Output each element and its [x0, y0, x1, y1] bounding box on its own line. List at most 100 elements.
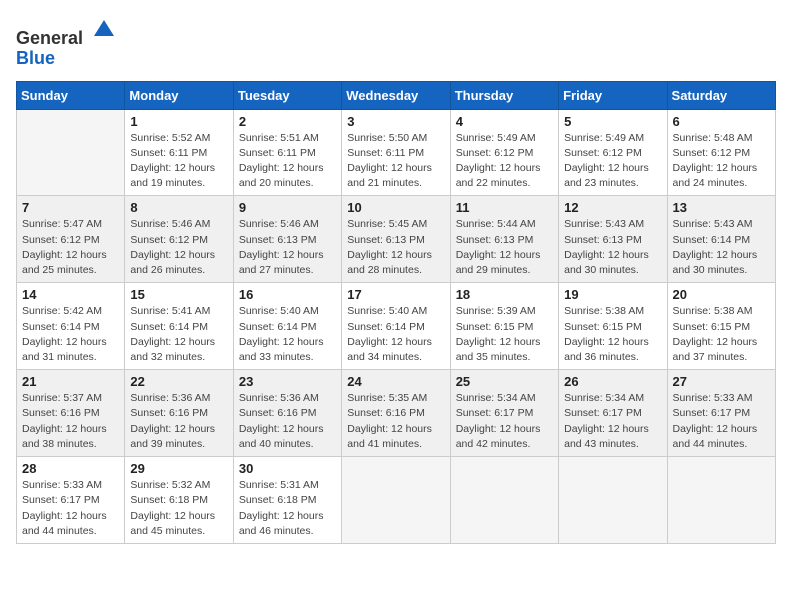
day-number: 24: [347, 374, 444, 389]
day-info: Sunrise: 5:40 AMSunset: 6:14 PMDaylight:…: [239, 304, 336, 365]
day-number: 10: [347, 200, 444, 215]
day-number: 1: [130, 114, 227, 129]
day-number: 16: [239, 287, 336, 302]
calendar-day-cell: [17, 109, 125, 196]
day-number: 2: [239, 114, 336, 129]
calendar-day-cell: 11 Sunrise: 5:44 AMSunset: 6:13 PMDayligh…: [450, 196, 558, 283]
day-info: Sunrise: 5:33 AMSunset: 6:17 PMDaylight:…: [673, 391, 770, 452]
calendar-week-row: 7 Sunrise: 5:47 AMSunset: 6:12 PMDaylight…: [17, 196, 776, 283]
day-info: Sunrise: 5:37 AMSunset: 6:16 PMDaylight:…: [22, 391, 119, 452]
day-info: Sunrise: 5:43 AMSunset: 6:14 PMDaylight:…: [673, 217, 770, 278]
weekday-header: Friday: [559, 81, 667, 109]
day-info: Sunrise: 5:45 AMSunset: 6:13 PMDaylight:…: [347, 217, 444, 278]
weekday-header: Sunday: [17, 81, 125, 109]
logo-blue: Blue: [16, 48, 55, 68]
day-number: 8: [130, 200, 227, 215]
calendar-day-cell: 15Sunrise: 5:41 AMSunset: 6:14 PMDayligh…: [125, 283, 233, 370]
weekday-header: Tuesday: [233, 81, 341, 109]
day-number: 27: [673, 374, 770, 389]
weekday-header: Saturday: [667, 81, 775, 109]
day-info: Sunrise: 5:49 AMSunset: 6:12 PMDaylight:…: [564, 131, 661, 192]
day-info: Sunrise: 5:40 AMSunset: 6:14 PMDaylight:…: [347, 304, 444, 365]
calendar-day-cell: 18 Sunrise: 5:39 AMSunset: 6:15 PMDayligh…: [450, 283, 558, 370]
calendar-day-cell: [667, 457, 775, 544]
day-info: Sunrise: 5:44 AMSunset: 6:13 PMDaylight:…: [456, 217, 553, 278]
day-number: 15: [130, 287, 227, 302]
day-info: Sunrise: 5:38 AMSunset: 6:15 PMDaylight:…: [673, 304, 770, 365]
day-number: 14: [22, 287, 119, 302]
calendar-day-cell: 16 Sunrise: 5:40 AMSunset: 6:14 PMDayligh…: [233, 283, 341, 370]
day-info: Sunrise: 5:52 AMSunset: 6:11 PMDaylight:…: [130, 131, 227, 192]
day-number: 30: [239, 461, 336, 476]
day-number: 19: [564, 287, 661, 302]
calendar-day-cell: 28 Sunrise: 5:33 AMSunset: 6:17 PMDayligh…: [17, 457, 125, 544]
calendar-day-cell: 20 Sunrise: 5:38 AMSunset: 6:15 PMDayligh…: [667, 283, 775, 370]
day-info: Sunrise: 5:42 AMSunset: 6:14 PMDaylight:…: [22, 304, 119, 365]
calendar-day-cell: [342, 457, 450, 544]
page-header: General Blue: [16, 16, 776, 69]
calendar-day-cell: 27 Sunrise: 5:33 AMSunset: 6:17 PMDayligh…: [667, 370, 775, 457]
day-number: 18: [456, 287, 553, 302]
day-number: 6: [673, 114, 770, 129]
day-number: 22: [130, 374, 227, 389]
calendar-day-cell: 23 Sunrise: 5:36 AMSunset: 6:16 PMDayligh…: [233, 370, 341, 457]
day-info: Sunrise: 5:31 AMSunset: 6:18 PMDaylight:…: [239, 478, 336, 539]
calendar-day-cell: 2 Sunrise: 5:51 AMSunset: 6:11 PMDaylight…: [233, 109, 341, 196]
calendar-day-cell: [559, 457, 667, 544]
calendar-day-cell: 17 Sunrise: 5:40 AMSunset: 6:14 PMDayligh…: [342, 283, 450, 370]
day-info: Sunrise: 5:49 AMSunset: 6:12 PMDaylight:…: [456, 131, 553, 192]
day-number: 28: [22, 461, 119, 476]
day-info: Sunrise: 5:36 AMSunset: 6:16 PMDaylight:…: [239, 391, 336, 452]
calendar-day-cell: 4Sunrise: 5:49 AMSunset: 6:12 PMDaylight…: [450, 109, 558, 196]
calendar-day-cell: 25 Sunrise: 5:34 AMSunset: 6:17 PMDayligh…: [450, 370, 558, 457]
logo-general: General: [16, 28, 83, 48]
weekday-header: Wednesday: [342, 81, 450, 109]
day-number: 21: [22, 374, 119, 389]
day-number: 23: [239, 374, 336, 389]
calendar-day-cell: 3 Sunrise: 5:50 AMSunset: 6:11 PMDaylight…: [342, 109, 450, 196]
day-number: 12: [564, 200, 661, 215]
day-info: Sunrise: 5:43 AMSunset: 6:13 PMDaylight:…: [564, 217, 661, 278]
day-number: 29: [130, 461, 227, 476]
day-number: 3: [347, 114, 444, 129]
calendar-day-cell: 5 Sunrise: 5:49 AMSunset: 6:12 PMDaylight…: [559, 109, 667, 196]
day-info: Sunrise: 5:34 AMSunset: 6:17 PMDaylight:…: [564, 391, 661, 452]
calendar-header-row: SundayMondayTuesdayWednesdayThursdayFrid…: [17, 81, 776, 109]
day-number: 7: [22, 200, 119, 215]
calendar-week-row: 1 Sunrise: 5:52 AMSunset: 6:11 PMDaylight…: [17, 109, 776, 196]
calendar-day-cell: 10 Sunrise: 5:45 AMSunset: 6:13 PMDayligh…: [342, 196, 450, 283]
weekday-header: Monday: [125, 81, 233, 109]
day-info: Sunrise: 5:32 AMSunset: 6:18 PMDaylight:…: [130, 478, 227, 539]
day-number: 17: [347, 287, 444, 302]
calendar-day-cell: 12 Sunrise: 5:43 AMSunset: 6:13 PMDayligh…: [559, 196, 667, 283]
day-info: Sunrise: 5:48 AMSunset: 6:12 PMDaylight:…: [673, 131, 770, 192]
day-number: 13: [673, 200, 770, 215]
day-number: 5: [564, 114, 661, 129]
day-info: Sunrise: 5:34 AMSunset: 6:17 PMDaylight:…: [456, 391, 553, 452]
day-info: Sunrise: 5:38 AMSunset: 6:15 PMDaylight:…: [564, 304, 661, 365]
calendar-day-cell: 22Sunrise: 5:36 AMSunset: 6:16 PMDayligh…: [125, 370, 233, 457]
calendar-day-cell: [450, 457, 558, 544]
calendar-day-cell: 30 Sunrise: 5:31 AMSunset: 6:18 PMDayligh…: [233, 457, 341, 544]
day-number: 20: [673, 287, 770, 302]
day-number: 9: [239, 200, 336, 215]
calendar-week-row: 21 Sunrise: 5:37 AMSunset: 6:16 PMDayligh…: [17, 370, 776, 457]
day-info: Sunrise: 5:50 AMSunset: 6:11 PMDaylight:…: [347, 131, 444, 192]
day-info: Sunrise: 5:35 AMSunset: 6:16 PMDaylight:…: [347, 391, 444, 452]
calendar-day-cell: 24 Sunrise: 5:35 AMSunset: 6:16 PMDayligh…: [342, 370, 450, 457]
day-number: 25: [456, 374, 553, 389]
day-info: Sunrise: 5:47 AMSunset: 6:12 PMDaylight:…: [22, 217, 119, 278]
day-info: Sunrise: 5:51 AMSunset: 6:11 PMDaylight:…: [239, 131, 336, 192]
day-info: Sunrise: 5:46 AMSunset: 6:13 PMDaylight:…: [239, 217, 336, 278]
calendar-week-row: 28 Sunrise: 5:33 AMSunset: 6:17 PMDayligh…: [17, 457, 776, 544]
day-info: Sunrise: 5:39 AMSunset: 6:15 PMDaylight:…: [456, 304, 553, 365]
calendar-day-cell: 14 Sunrise: 5:42 AMSunset: 6:14 PMDayligh…: [17, 283, 125, 370]
calendar-table: SundayMondayTuesdayWednesdayThursdayFrid…: [16, 81, 776, 544]
day-number: 11: [456, 200, 553, 215]
calendar-day-cell: 7 Sunrise: 5:47 AMSunset: 6:12 PMDaylight…: [17, 196, 125, 283]
calendar-day-cell: 19 Sunrise: 5:38 AMSunset: 6:15 PMDayligh…: [559, 283, 667, 370]
calendar-day-cell: 13 Sunrise: 5:43 AMSunset: 6:14 PMDayligh…: [667, 196, 775, 283]
day-info: Sunrise: 5:33 AMSunset: 6:17 PMDaylight:…: [22, 478, 119, 539]
calendar-week-row: 14 Sunrise: 5:42 AMSunset: 6:14 PMDayligh…: [17, 283, 776, 370]
calendar-day-cell: 26Sunrise: 5:34 AMSunset: 6:17 PMDayligh…: [559, 370, 667, 457]
